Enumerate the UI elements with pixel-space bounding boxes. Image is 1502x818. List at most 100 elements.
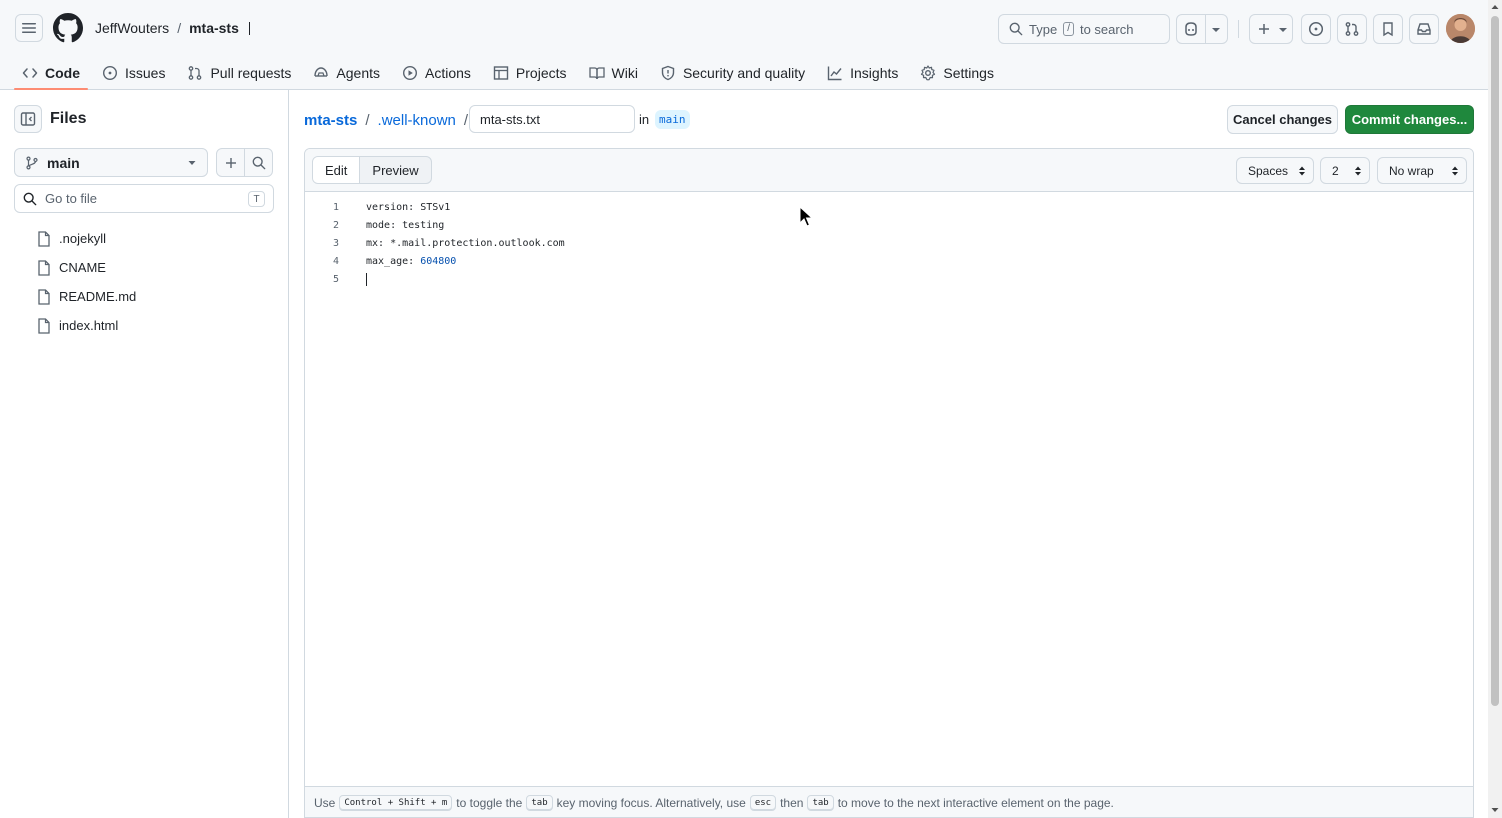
go-to-file-box: T <box>14 184 274 213</box>
tab-label: Projects <box>515 65 567 81</box>
commit-changes-button[interactable]: Commit changes... <box>1345 105 1474 134</box>
go-to-file-shortcut: T <box>248 191 265 207</box>
select-arrows-icon <box>1299 166 1305 176</box>
search-files-button[interactable] <box>244 148 273 177</box>
file-name: index.html <box>59 318 119 333</box>
table-icon <box>493 66 509 80</box>
file-item[interactable]: CNAME <box>0 253 288 282</box>
tab-wiki[interactable]: Wiki <box>581 56 646 90</box>
tab-edit[interactable]: Edit <box>313 157 361 183</box>
cancel-changes-button[interactable]: Cancel changes <box>1227 105 1338 134</box>
tab-agents[interactable]: Agents <box>305 56 388 90</box>
user-avatar[interactable] <box>1446 14 1475 43</box>
code-line: 2 mode: testing <box>305 216 1473 234</box>
tab-actions[interactable]: Actions <box>394 56 479 90</box>
chevron-down-icon <box>1279 28 1287 32</box>
issues-button[interactable] <box>1301 14 1331 44</box>
tab-label: Security and quality <box>682 65 806 81</box>
copilot-icon[interactable] <box>1183 21 1199 37</box>
code-editor: Edit Preview Spaces 2 No wrap 1 version:… <box>304 148 1474 818</box>
esc-key: esc <box>749 795 777 811</box>
go-to-file-input[interactable] <box>45 191 235 206</box>
yaml-key: version: <box>366 201 421 213</box>
global-search-button[interactable]: Type / to search <box>998 14 1170 44</box>
filename-input[interactable] <box>469 105 635 133</box>
code-line: 3 mx: *.mail.protection.outlook.com <box>305 234 1473 252</box>
code-line: 4 max_age: 604800 <box>305 252 1473 270</box>
select-arrows-icon <box>1355 166 1361 176</box>
breadcrumb-repo-link[interactable]: mta-sts <box>304 112 357 129</box>
search-icon <box>1009 22 1023 36</box>
file-item[interactable]: README.md <box>0 282 288 311</box>
shield-icon <box>661 65 675 81</box>
line-text: mode: testing <box>366 220 444 231</box>
yaml-key: mx: <box>366 237 391 249</box>
add-file-button[interactable] <box>216 148 245 177</box>
tab-issues[interactable]: Issues <box>94 56 173 90</box>
file-name: .nojekyll <box>59 231 106 246</box>
notifications-button[interactable] <box>1373 14 1403 44</box>
yaml-number-value: 604800 <box>420 255 457 267</box>
tab-security[interactable]: Security and quality <box>652 56 813 90</box>
repo-name-link[interactable]: mta-sts <box>189 20 239 36</box>
tab-label: Actions <box>425 65 471 81</box>
line-number: 1 <box>332 201 339 213</box>
graph-icon <box>827 66 842 81</box>
tab-label: Pull requests <box>210 65 292 81</box>
tab-pull-requests[interactable]: Pull requests <box>179 56 299 90</box>
play-icon <box>402 65 418 81</box>
sidebar-title: Files <box>50 110 87 127</box>
tab-insights[interactable]: Insights <box>819 56 906 90</box>
issue-opened-icon <box>102 65 118 81</box>
file-list: .nojekyll CNAME README.md index.html <box>0 224 288 340</box>
select-arrows-icon <box>1452 166 1458 176</box>
mouse-pointer-icon <box>799 206 814 227</box>
caret-down-icon[interactable] <box>248 21 250 35</box>
line-number: 3 <box>332 237 339 249</box>
sidebar-collapse-icon <box>20 112 36 126</box>
line-number: 4 <box>332 255 339 267</box>
scroll-down-arrow-icon[interactable] <box>1491 806 1499 814</box>
book-icon <box>588 67 605 80</box>
indent-mode-select[interactable]: Spaces <box>1236 157 1314 184</box>
repo-owner-link[interactable]: JeffWouters <box>95 20 169 36</box>
tab-label: Code <box>45 65 80 81</box>
scrollbar-thumb[interactable] <box>1491 16 1499 706</box>
wrap-mode-select[interactable]: No wrap <box>1377 157 1467 184</box>
file-path-breadcrumb: mta-sts / .well-known / <box>304 110 476 130</box>
create-new-button[interactable] <box>1249 14 1293 44</box>
tab-preview[interactable]: Preview <box>360 157 430 183</box>
collapse-sidebar-button[interactable] <box>14 105 42 133</box>
search-suffix: to search <box>1079 21 1134 37</box>
inbox-button[interactable] <box>1409 14 1439 44</box>
file-item[interactable]: index.html <box>0 311 288 340</box>
plus-icon <box>1259 24 1269 34</box>
indent-size-select[interactable]: 2 <box>1320 157 1370 184</box>
git-branch-icon <box>26 156 38 169</box>
repo-icon <box>1383 22 1393 37</box>
tab-projects[interactable]: Projects <box>485 56 575 90</box>
tab-label: Wiki <box>611 65 638 81</box>
code-content-area[interactable]: 1 version: STSv1 2 mode: testing 3 mx: *… <box>305 192 1473 786</box>
path-separator: / <box>463 111 469 129</box>
menu-button[interactable] <box>15 14 43 42</box>
yaml-value: *.mail.protection.outlook.com <box>390 237 565 249</box>
hint-text: Use <box>314 796 336 810</box>
tab-settings[interactable]: Settings <box>912 56 1002 90</box>
breadcrumb-folder-link[interactable]: .well-known <box>378 112 456 129</box>
branch-name: main <box>47 154 80 171</box>
tab-code[interactable]: Code <box>14 56 88 90</box>
chevron-down-icon[interactable] <box>1211 26 1221 34</box>
pull-requests-button[interactable] <box>1337 14 1367 44</box>
file-name: CNAME <box>59 260 106 275</box>
page-scrollbar[interactable] <box>1488 0 1502 818</box>
line-text: version: STSv1 <box>366 202 450 213</box>
tab-key: tab <box>807 795 834 811</box>
search-shortcut-key: / <box>1063 22 1074 36</box>
scroll-up-arrow-icon[interactable] <box>1491 3 1499 11</box>
line-text: max_age: 604800 <box>366 256 456 267</box>
branch-selector[interactable]: main <box>14 148 208 177</box>
github-logo-icon[interactable] <box>53 13 83 43</box>
yaml-value: STSv1 <box>420 201 451 213</box>
file-item[interactable]: .nojekyll <box>0 224 288 253</box>
